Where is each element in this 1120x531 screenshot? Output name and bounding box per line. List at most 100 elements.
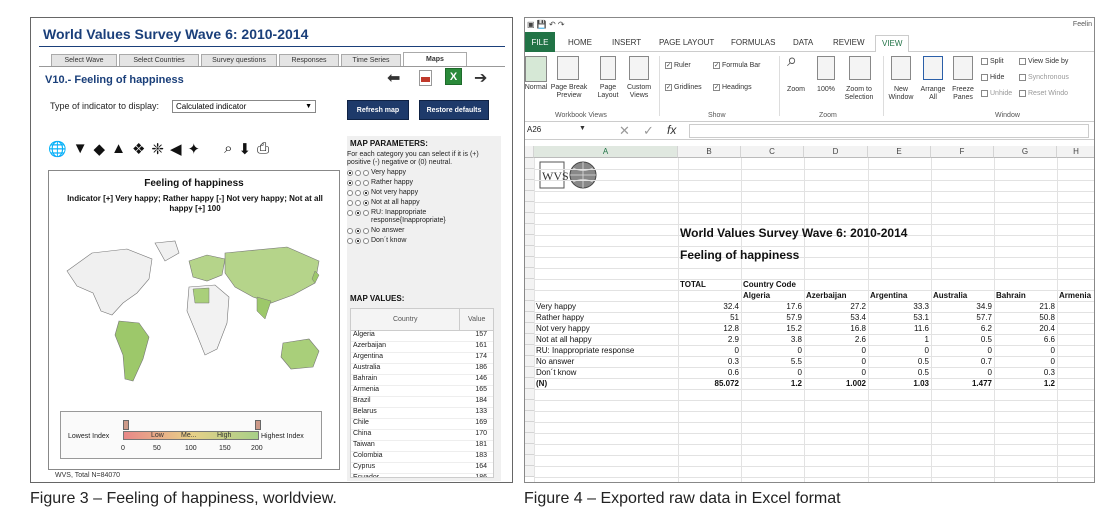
tab-maps[interactable]: Maps — [403, 52, 467, 66]
tab-home[interactable]: HOME — [568, 38, 592, 47]
column-header[interactable]: C — [741, 146, 804, 158]
radio-button[interactable] — [363, 228, 369, 234]
row-header[interactable] — [525, 246, 534, 257]
row-label[interactable]: No answer — [536, 356, 574, 367]
row-header[interactable] — [525, 466, 534, 477]
gridlines-toggle[interactable]: ✓ Gridlines — [665, 84, 702, 91]
value-cell[interactable]: 0 — [743, 345, 802, 356]
value-cell[interactable]: 57.7 — [933, 312, 992, 323]
row-header[interactable] — [525, 411, 534, 422]
value-cell[interactable]: 51 — [680, 312, 739, 323]
value-cell[interactable]: 12.8 — [680, 323, 739, 334]
row-header[interactable] — [525, 345, 534, 356]
radio-button[interactable] — [355, 190, 361, 196]
radio-button[interactable] — [347, 238, 353, 244]
column-header[interactable]: B — [678, 146, 741, 158]
row-label[interactable]: Very happy — [536, 301, 576, 312]
tab-select-wave[interactable]: Select Wave — [51, 54, 117, 66]
row-label[interactable]: Rather happy — [536, 312, 584, 323]
formula-input[interactable] — [689, 124, 1089, 138]
col-value[interactable]: Value — [459, 309, 493, 330]
tab-insert[interactable]: INSERT — [612, 38, 641, 47]
restore-defaults-button[interactable]: Restore defaults — [419, 100, 489, 120]
radio-button[interactable] — [363, 238, 369, 244]
tab-select-countries[interactable]: Select Countries — [119, 54, 199, 66]
normal-view-icon[interactable] — [525, 56, 547, 82]
value-cell[interactable]: 1.03 — [870, 378, 929, 389]
value-cell[interactable]: 16.8 — [806, 323, 866, 334]
europe-icon[interactable]: ❖ — [132, 140, 145, 158]
row-header[interactable] — [525, 356, 534, 367]
value-cell[interactable]: 33.3 — [870, 301, 929, 312]
row-header[interactable] — [525, 334, 534, 345]
radio-button[interactable] — [355, 210, 361, 216]
value-cell[interactable]: 11.6 — [870, 323, 929, 334]
row-header[interactable] — [525, 378, 534, 389]
enter-icon[interactable]: ✓ — [643, 123, 654, 139]
value-cell[interactable]: 57.9 — [743, 312, 802, 323]
value-cell[interactable]: 1 — [870, 334, 929, 345]
hide-button[interactable]: Hide — [981, 74, 1004, 81]
radio-button[interactable] — [355, 170, 361, 176]
row-header[interactable] — [525, 301, 534, 312]
africa-icon[interactable]: ▲ — [111, 140, 126, 158]
tab-review[interactable]: REVIEW — [833, 38, 865, 47]
radio-button[interactable] — [355, 180, 361, 186]
value-cell[interactable]: 0.6 — [680, 367, 739, 378]
middle-east-icon[interactable]: ◀ — [170, 140, 182, 158]
row-header[interactable] — [525, 191, 534, 202]
radio-button[interactable] — [363, 190, 369, 196]
radio-button[interactable] — [355, 238, 361, 244]
value-cell[interactable]: 0 — [806, 356, 866, 367]
row-header[interactable] — [525, 323, 534, 334]
side-by-side-button[interactable]: View Side by — [1019, 58, 1068, 65]
radio-button[interactable] — [347, 228, 353, 234]
custom-views-icon[interactable] — [629, 56, 649, 80]
value-cell[interactable]: 0.5 — [870, 367, 929, 378]
col-country[interactable]: Country — [351, 309, 459, 330]
value-cell[interactable]: 1.2 — [743, 378, 802, 389]
country-header[interactable]: Algeria — [743, 290, 770, 301]
print-icon[interactable]: ⎙ — [257, 140, 269, 158]
forward-arrow-icon[interactable]: ➔ — [474, 68, 487, 88]
zoom-icon[interactable]: ⌕ — [787, 51, 797, 69]
column-header[interactable]: F — [931, 146, 994, 158]
world-map[interactable] — [57, 231, 333, 401]
reset-window-button[interactable]: Reset Windo — [1019, 90, 1068, 97]
row-header[interactable] — [525, 213, 534, 224]
quick-access-toolbar[interactable]: ▣ 💾 ↶ ↷ — [527, 20, 565, 29]
value-cell[interactable]: 0 — [806, 367, 866, 378]
radio-button[interactable] — [363, 180, 369, 186]
value-cell[interactable]: 0.5 — [870, 356, 929, 367]
value-cell[interactable]: 0.3 — [996, 367, 1055, 378]
row-header[interactable] — [525, 158, 534, 169]
new-window-icon[interactable] — [891, 56, 911, 80]
row-header[interactable] — [525, 279, 534, 290]
value-cell[interactable]: 0 — [743, 367, 802, 378]
freeze-panes-icon[interactable] — [953, 56, 973, 80]
country-header[interactable]: Argentina — [870, 290, 907, 301]
value-cell[interactable]: 0 — [680, 345, 739, 356]
row-header[interactable] — [525, 202, 534, 213]
world-region-icon[interactable]: 🌐 — [48, 140, 67, 158]
value-cell[interactable]: 85.072 — [680, 378, 739, 389]
page-layout-icon[interactable] — [600, 56, 616, 80]
row-header[interactable] — [525, 367, 534, 378]
value-cell[interactable]: 0 — [996, 356, 1055, 367]
row-header[interactable] — [525, 444, 534, 455]
country-header[interactable]: Armenia — [1059, 290, 1091, 301]
legend-low-handle[interactable] — [123, 420, 129, 430]
select-all-corner[interactable] — [525, 146, 534, 158]
value-cell[interactable]: 21.8 — [996, 301, 1055, 312]
row-header[interactable] — [525, 422, 534, 433]
row-label[interactable]: Not at all happy — [536, 334, 592, 345]
value-cell[interactable]: 34.9 — [933, 301, 992, 312]
value-cell[interactable]: 53.4 — [806, 312, 866, 323]
pdf-export-icon[interactable] — [419, 70, 432, 86]
column-header[interactable]: D — [804, 146, 868, 158]
zoom-selection-icon[interactable] — [849, 56, 871, 80]
arrange-all-icon[interactable] — [923, 56, 943, 80]
value-cell[interactable]: 20.4 — [996, 323, 1055, 334]
tab-view[interactable]: VIEW — [875, 35, 910, 53]
value-cell[interactable]: 1.002 — [806, 378, 866, 389]
